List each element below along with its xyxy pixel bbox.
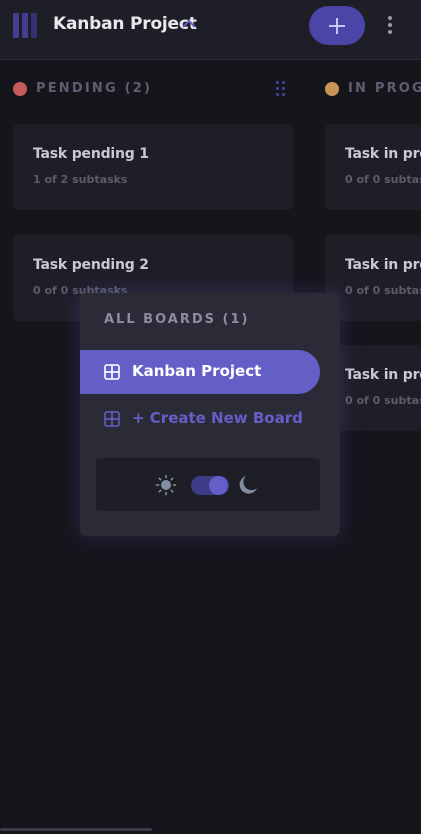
task-subtasks: 0 of 0 subtasks [345,394,421,407]
horizontal-scrollbar[interactable] [0,828,152,831]
task-subtasks: 0 of 0 subtasks [345,173,421,186]
task-title: Task in progress [345,367,421,383]
task-title: Task pending 1 [33,146,149,162]
column-status-dot [325,82,339,96]
toggle-knob [209,476,228,495]
create-board-label: + Create New Board [132,409,303,427]
top-header: Kanban Project [0,0,421,60]
board-title[interactable]: Kanban Project [53,14,197,34]
kebab-menu-icon[interactable] [385,16,395,36]
theme-switcher [96,458,320,511]
column-header-in-progress: IN PROGRESS [325,80,421,98]
task-title: Task in progress [345,146,421,162]
theme-toggle[interactable] [191,476,229,495]
board-icon [104,364,120,380]
all-boards-popup: ALL BOARDS (1) Kanban Project + Create N… [80,293,340,536]
column-status-dot [13,82,27,96]
board-logo-icon[interactable] [13,13,37,38]
board-item-kanban-project[interactable]: Kanban Project [80,350,320,394]
sun-icon [155,474,177,496]
task-subtasks: 0 of 0 subtasks [345,284,421,297]
popup-title: ALL BOARDS (1) [104,312,250,327]
board-icon [104,411,120,427]
task-subtasks: 1 of 2 subtasks [33,173,128,186]
column-label: PENDING (2) [36,81,153,96]
create-new-board-button[interactable]: + Create New Board [80,399,320,439]
drag-handle-icon[interactable] [276,81,286,97]
board-item-label: Kanban Project [132,362,262,380]
chevron-up-icon[interactable] [182,19,196,29]
moon-icon [239,476,257,494]
column-label: IN PROGRESS [348,81,421,96]
add-task-button[interactable] [309,6,365,45]
task-card[interactable]: Task pending 1 1 of 2 subtasks [13,124,293,210]
column-header-pending: PENDING (2) [13,80,253,98]
task-title: Task in progress [345,257,421,273]
task-card[interactable]: Task in progress 0 of 0 subtasks [325,124,421,210]
task-title: Task pending 2 [33,257,149,273]
